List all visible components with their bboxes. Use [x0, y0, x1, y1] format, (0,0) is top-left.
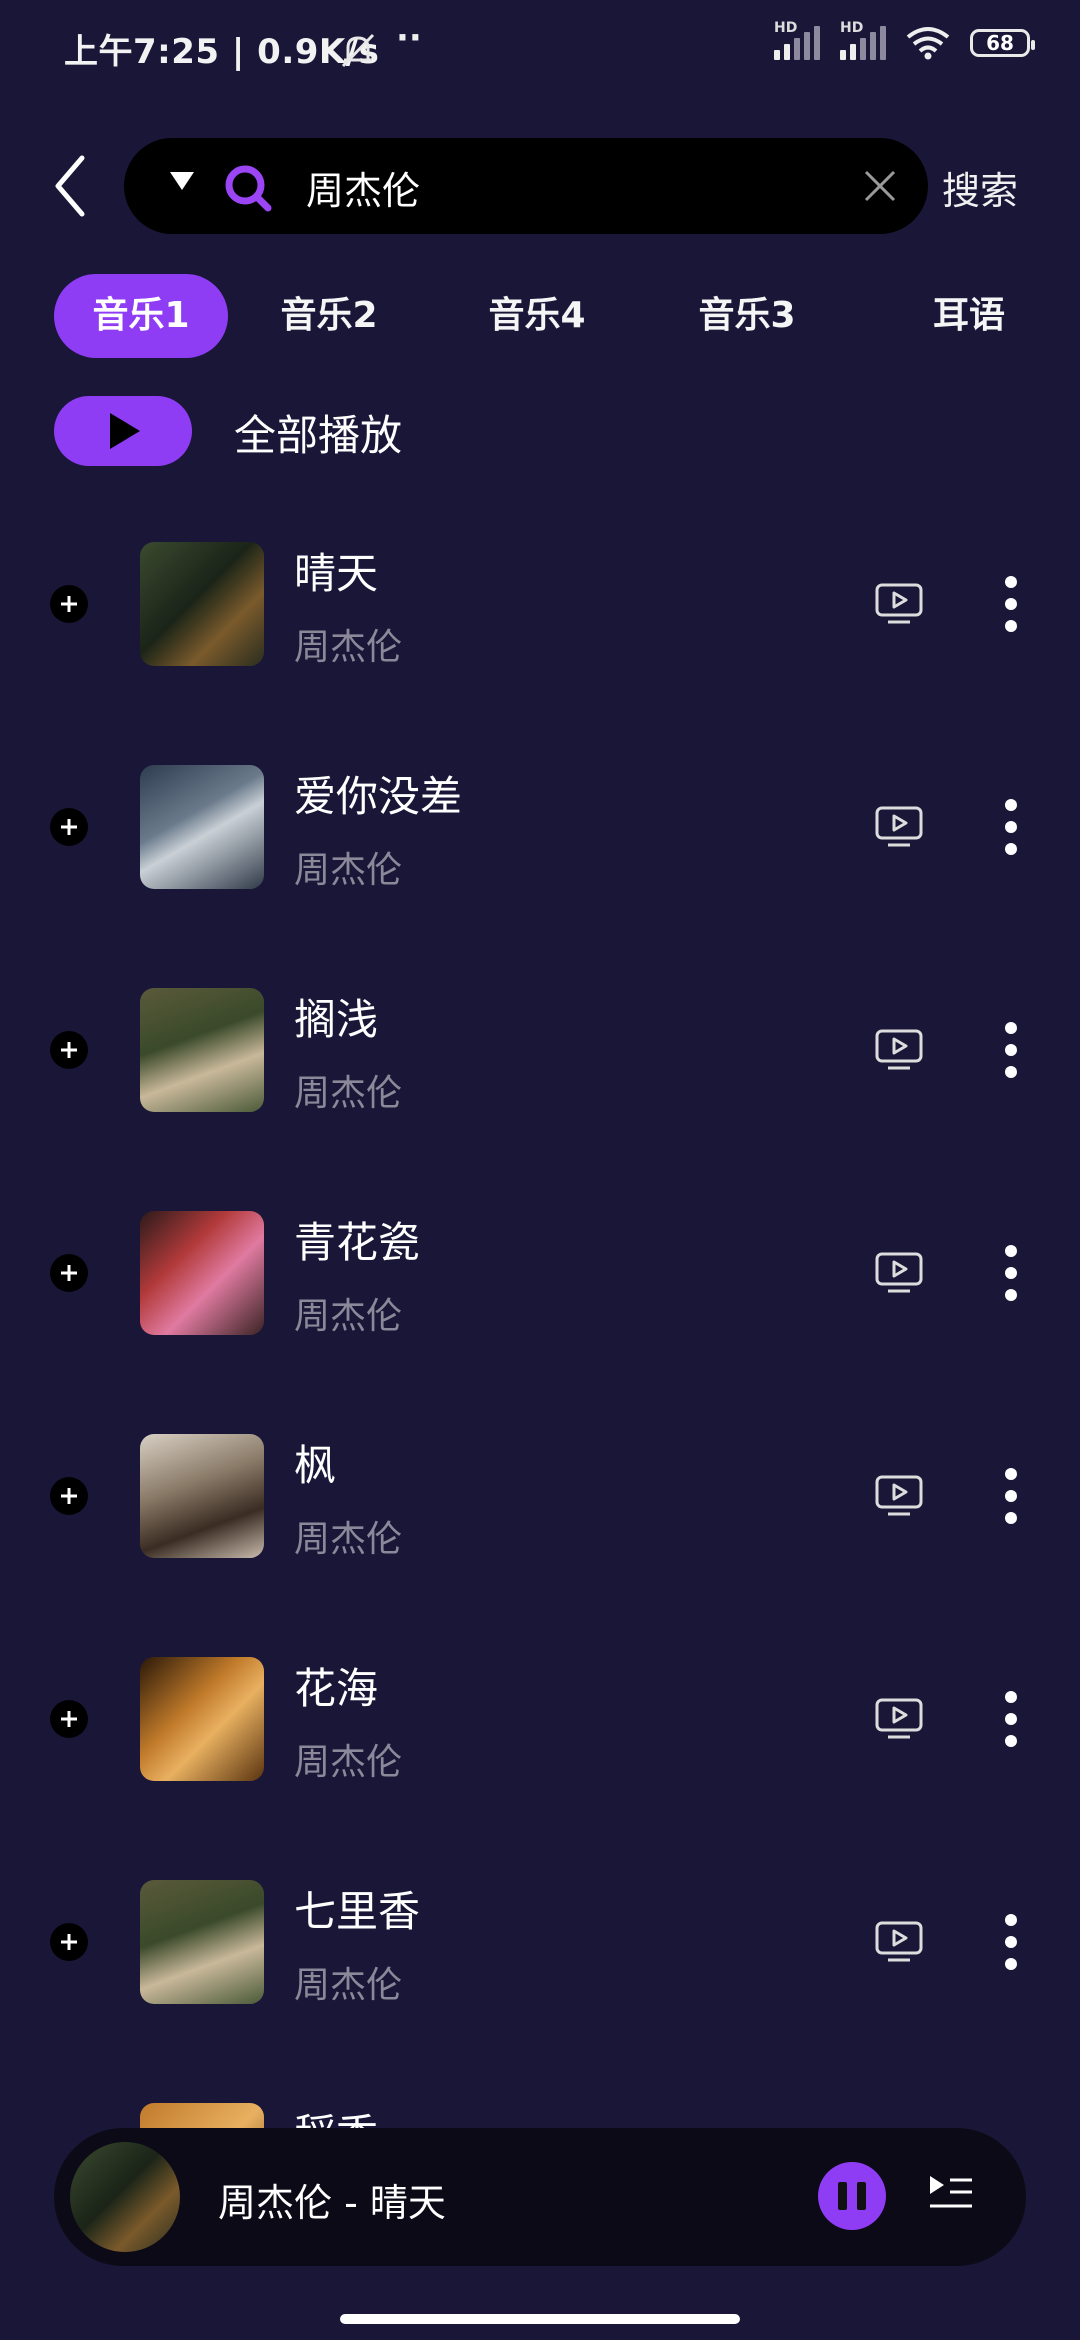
song-row[interactable]: 青花瓷 周杰伦 [0, 1183, 1080, 1363]
video-play-icon[interactable] [874, 1251, 924, 1295]
video-play-icon[interactable] [874, 1474, 924, 1518]
song-title: 晴天 [294, 549, 379, 598]
add-song-button[interactable] [50, 1477, 88, 1515]
add-song-button[interactable] [50, 808, 88, 846]
tab-music-2[interactable]: 音乐2 [254, 274, 404, 358]
status-time: 上午7:25 | 0.9K/s [64, 32, 380, 72]
video-play-icon[interactable] [874, 1697, 924, 1741]
song-artist: 周杰伦 [294, 1296, 403, 1337]
song-artist: 周杰伦 [294, 1742, 403, 1783]
playlist-icon[interactable] [926, 2172, 974, 2216]
home-indicator[interactable] [340, 2314, 740, 2324]
pause-button[interactable] [818, 2162, 886, 2230]
clear-search-button[interactable] [860, 166, 900, 206]
status-icons: HD HD 68 [774, 20, 1035, 60]
song-title: 花海 [294, 1664, 379, 1713]
now-playing-cover[interactable] [70, 2142, 180, 2252]
song-artist: 周杰伦 [294, 627, 403, 668]
song-row[interactable]: 花海 周杰伦 [0, 1629, 1080, 1809]
search-bar [124, 138, 928, 234]
album-cover [140, 542, 264, 666]
video-play-icon[interactable] [874, 582, 924, 626]
tab-music-1[interactable]: 音乐1 [54, 274, 228, 358]
more-vertical-icon[interactable] [998, 1243, 1024, 1303]
search-icon [225, 165, 272, 212]
video-play-icon[interactable] [874, 805, 924, 849]
play-all-label[interactable]: 全部播放 [234, 402, 402, 463]
cell-signal-icon: HD [774, 20, 820, 60]
status-bar: 上午7:25 | 0.9K/s ·· HD HD 68 [0, 0, 1080, 96]
song-row[interactable]: 稻香 [0, 2075, 1080, 2135]
mini-player[interactable]: 周杰伦 - 晴天 [54, 2128, 1026, 2266]
song-artist: 周杰伦 [294, 1519, 403, 1560]
battery-indicator: 68 [970, 29, 1035, 57]
song-row[interactable]: 爱你没差 周杰伦 [0, 737, 1080, 917]
play-all-button[interactable] [54, 396, 192, 466]
wifi-icon [906, 27, 950, 60]
album-cover [140, 1434, 264, 1558]
mute-bell-icon [341, 33, 375, 68]
add-song-button[interactable] [50, 1700, 88, 1738]
album-cover [140, 1657, 264, 1781]
video-play-icon[interactable] [874, 1028, 924, 1072]
cell-signal-icon-2: HD [840, 20, 886, 60]
song-artist: 周杰伦 [294, 850, 403, 891]
back-button[interactable] [44, 150, 100, 222]
search-button[interactable]: 搜索 [942, 160, 1018, 215]
pause-icon [838, 2182, 847, 2210]
song-row[interactable]: 枫 周杰伦 [0, 1406, 1080, 1586]
tab-music-4[interactable]: 音乐4 [462, 274, 612, 358]
add-song-button[interactable] [50, 585, 88, 623]
song-row[interactable]: 搁浅 周杰伦 [0, 960, 1080, 1140]
more-vertical-icon[interactable] [998, 1020, 1024, 1080]
tab-whisper[interactable]: 耳语 [904, 274, 1034, 358]
more-vertical-icon[interactable] [998, 1689, 1024, 1749]
album-cover [140, 1880, 264, 2004]
video-play-icon[interactable] [874, 1920, 924, 1964]
song-artist: 周杰伦 [294, 1073, 403, 1114]
more-vertical-icon[interactable] [998, 1912, 1024, 1972]
song-title: 搁浅 [294, 995, 379, 1044]
song-title: 枫 [294, 1441, 337, 1490]
now-playing-title[interactable]: 周杰伦 - 晴天 [218, 2172, 446, 2227]
overflow-dots-icon: ·· [396, 18, 422, 58]
tab-music-3[interactable]: 音乐3 [672, 274, 822, 358]
more-vertical-icon[interactable] [998, 797, 1024, 857]
add-song-button[interactable] [50, 1923, 88, 1961]
more-vertical-icon[interactable] [998, 574, 1024, 634]
song-row[interactable]: 七里香 周杰伦 [0, 1852, 1080, 2032]
album-cover [140, 988, 264, 1112]
song-title: 青花瓷 [294, 1218, 421, 1267]
search-input[interactable] [304, 156, 788, 218]
search-type-dropdown[interactable] [170, 172, 194, 190]
category-tabs: 音乐1 音乐2 音乐4 音乐3 耳语 [54, 274, 1080, 358]
song-row[interactable]: 晴天 周杰伦 [0, 514, 1080, 694]
add-song-button[interactable] [50, 1031, 88, 1069]
song-title: 爱你没差 [294, 772, 463, 821]
more-vertical-icon[interactable] [998, 1466, 1024, 1526]
album-cover [140, 1211, 264, 1335]
play-icon [110, 413, 140, 449]
song-title: 七里香 [294, 1887, 421, 1936]
song-artist: 周杰伦 [294, 1965, 403, 2006]
album-cover [140, 765, 264, 889]
add-song-button[interactable] [50, 1254, 88, 1292]
